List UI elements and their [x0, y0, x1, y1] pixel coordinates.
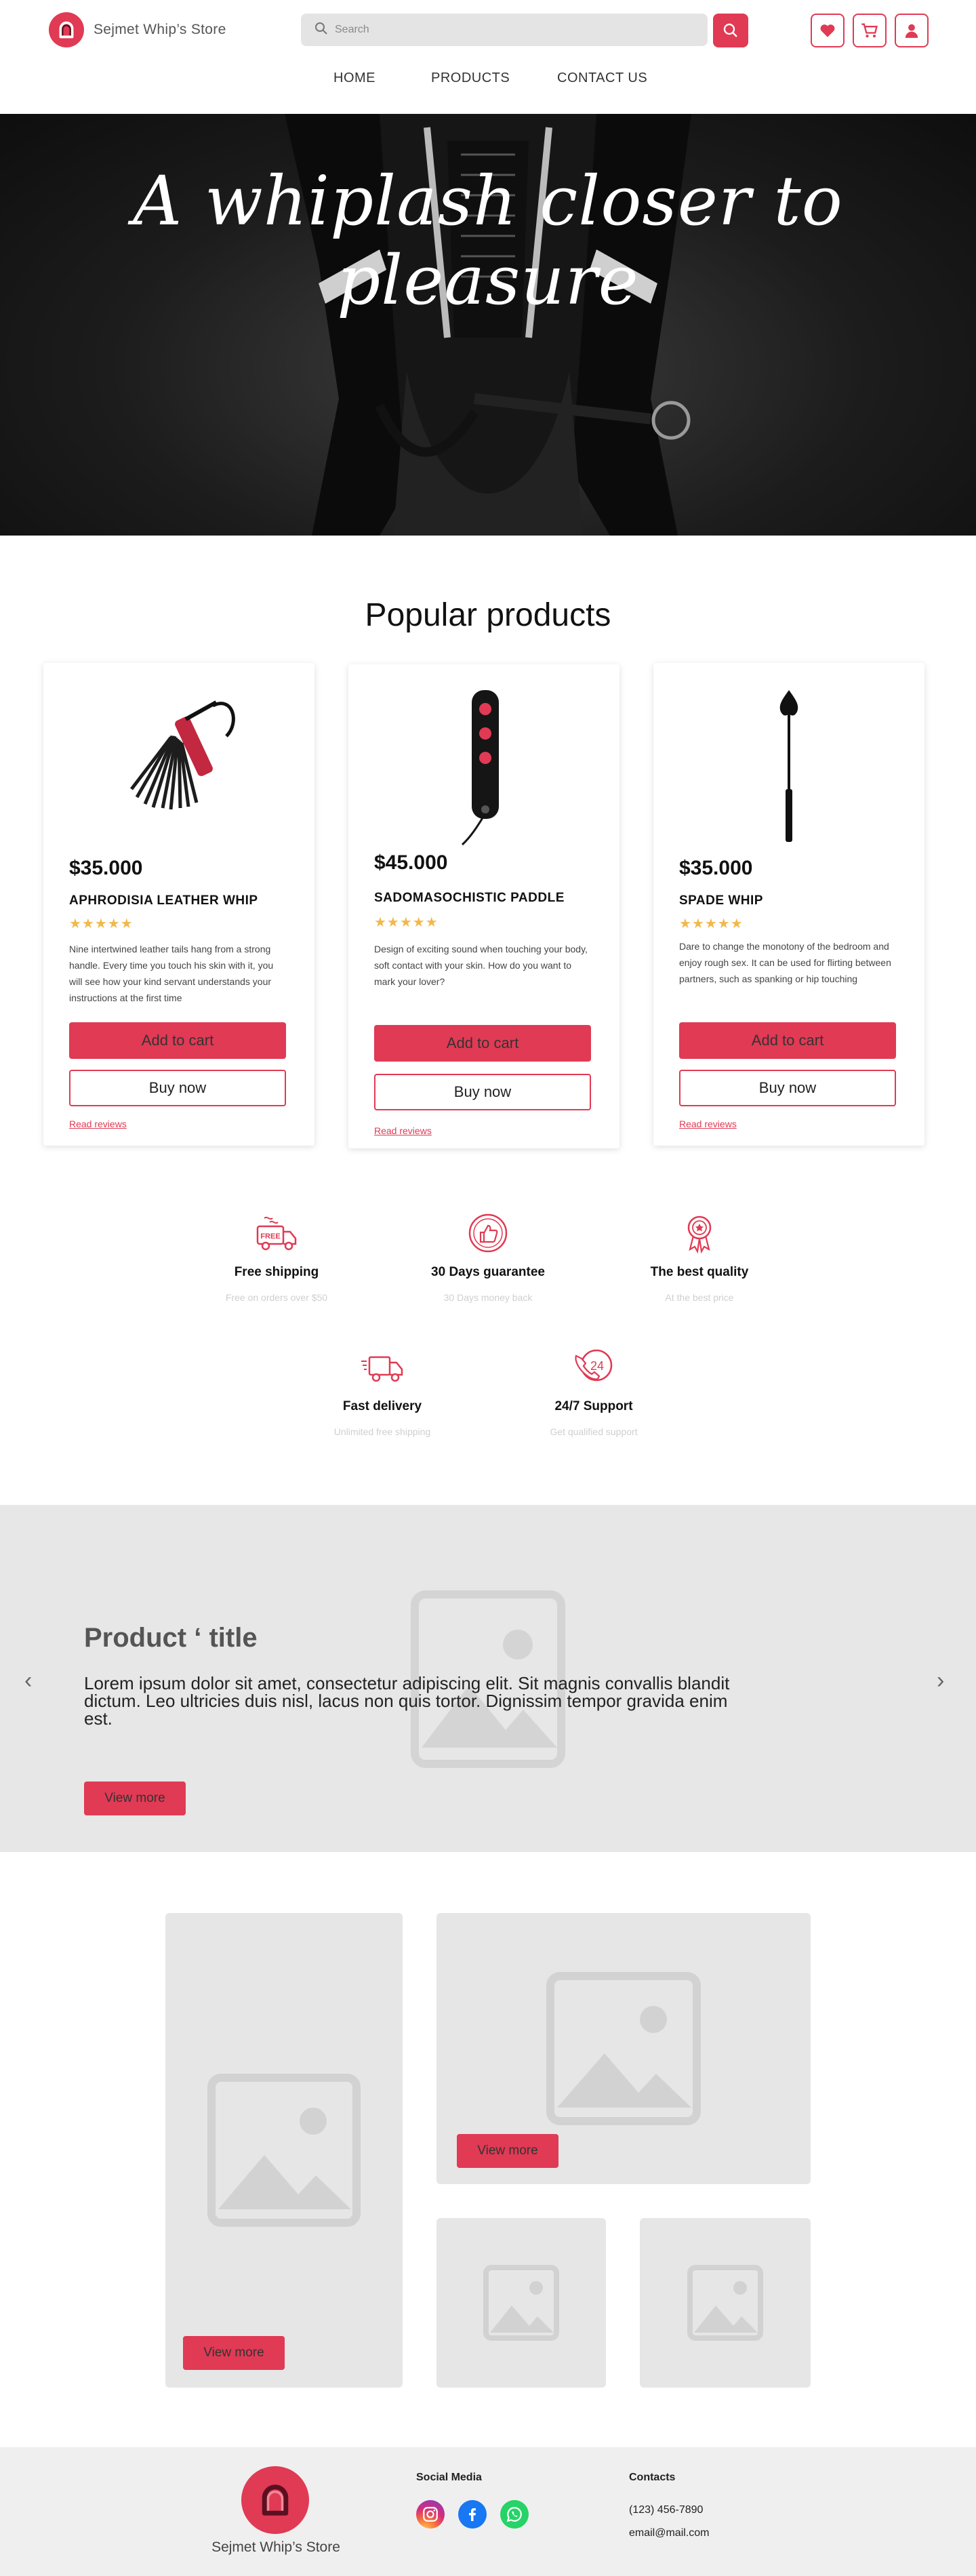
site-footer: Sejmet Whip’s Store Social Media Contact…	[0, 2447, 976, 2576]
product-description: Dare to change the monotony of the bedro…	[679, 941, 891, 984]
product-card: $35.000 SPADE WHIP ★★★★★ Dare to change …	[653, 663, 924, 1146]
product-name: SADOMASOCHISTIC PADDLE	[374, 891, 565, 905]
add-to-cart-button[interactable]: Add to cart	[69, 1022, 286, 1059]
feature-subtitle: Unlimited free shipping	[333, 1426, 431, 1437]
contact-email[interactable]: email@mail.com	[629, 2527, 709, 2539]
social-media-heading: Social Media	[416, 2472, 482, 2483]
read-reviews-link[interactable]: Read reviews	[69, 1119, 127, 1129]
user-icon	[905, 24, 918, 38]
free-badge-text: FREE	[260, 1232, 280, 1241]
quality-medal-icon	[598, 1212, 801, 1254]
gallery-tile-small	[436, 2218, 606, 2388]
product-card: $45.000 SADOMASOCHISTIC PADDLE ★★★★★ Des…	[348, 664, 619, 1148]
product-name: SPADE WHIP	[679, 893, 763, 908]
search-bar[interactable]	[301, 14, 708, 46]
logo-icon	[49, 12, 84, 47]
image-placeholder-icon	[483, 2265, 559, 2341]
gallery-tile-small	[640, 2218, 811, 2388]
gallery-tile-wide: View more	[436, 1913, 811, 2184]
product-image-spade-whip	[653, 687, 924, 843]
popular-products-title: Popular products	[365, 597, 611, 633]
product-price: $45.000	[374, 851, 448, 874]
delivery-truck-icon	[281, 1346, 484, 1388]
logo[interactable]: Sejmet Whip’s Store	[49, 12, 226, 47]
product-image-leather-whip	[43, 689, 314, 811]
image-placeholder-icon	[546, 1972, 701, 2125]
feature-quality: The best quality At the best price	[598, 1212, 801, 1303]
support-badge-text: 24	[590, 1359, 604, 1373]
add-to-cart-button[interactable]: Add to cart	[374, 1025, 591, 1062]
read-reviews-link[interactable]: Read reviews	[374, 1125, 432, 1136]
slide-title: Product ‘ title	[84, 1623, 258, 1653]
feature-support: 24 24/7 Support Get qualified support	[492, 1346, 695, 1437]
footer-logo-icon[interactable]	[241, 2466, 309, 2534]
slider-next-arrow[interactable]: ›	[937, 1668, 944, 1694]
account-button[interactable]	[895, 14, 929, 47]
view-more-button[interactable]: View more	[457, 2134, 558, 2168]
add-to-cart-button[interactable]: Add to cart	[679, 1022, 896, 1059]
nav-contact[interactable]: CONTACT US	[557, 71, 647, 86]
slide-text: Lorem ipsum dolor sit amet, consectetur …	[84, 1673, 730, 1729]
image-placeholder-icon	[687, 2265, 763, 2341]
thumbs-up-icon	[386, 1212, 590, 1254]
feature-title: Free shipping	[234, 1265, 319, 1279]
search-icon	[314, 22, 328, 39]
buy-now-button[interactable]: Buy now	[69, 1070, 286, 1106]
feature-fast-delivery: Fast delivery Unlimited free shipping	[281, 1346, 484, 1437]
feature-guarantee: 30 Days guarantee 30 Days money back	[386, 1212, 590, 1303]
footer-brand: Sejmet Whip’s Store	[211, 2539, 340, 2555]
brand-name: Sejmet Whip’s Store	[94, 22, 226, 37]
whatsapp-icon[interactable]	[500, 2500, 529, 2529]
gallery-tile-large: View more	[165, 1913, 403, 2388]
social-links	[416, 2500, 529, 2529]
feature-subtitle: Get qualified support	[550, 1426, 638, 1437]
free-shipping-truck-icon: FREE	[175, 1212, 378, 1254]
product-description: Nine intertwined leather tails hang from…	[69, 944, 274, 1003]
contact-phone[interactable]: (123) 456-7890	[629, 2504, 703, 2516]
view-more-button[interactable]: View more	[183, 2336, 285, 2370]
feature-title: 30 Days guarantee	[431, 1265, 545, 1279]
product-image-paddle	[348, 685, 619, 847]
wishlist-button[interactable]	[811, 14, 845, 47]
heart-icon	[820, 24, 835, 37]
product-name: APHRODISIA LEATHER WHIP	[69, 893, 258, 908]
feature-title: 24/7 Support	[554, 1399, 633, 1413]
product-price: $35.000	[679, 857, 753, 879]
product-description: Design of exciting sound when touching y…	[374, 944, 588, 987]
site-header: Sejmet Whip’s Store HOME PRODUCTS CONTAC…	[0, 0, 976, 114]
feature-title: The best quality	[650, 1265, 749, 1279]
rating-stars: ★★★★★	[679, 917, 744, 931]
hero-banner: A whiplash closer to pleasure	[0, 114, 976, 536]
feature-subtitle: 30 Days money back	[443, 1292, 533, 1303]
product-price: $35.000	[69, 857, 143, 879]
cart-icon	[861, 23, 878, 38]
feature-free-shipping: FREE Free shipping Free on orders over $…	[175, 1212, 378, 1303]
cart-button[interactable]	[853, 14, 887, 47]
nav-products[interactable]: PRODUCTS	[431, 71, 510, 86]
search-input[interactable]	[335, 24, 687, 36]
feature-subtitle: Free on orders over $50	[225, 1292, 328, 1303]
header-actions	[811, 14, 929, 47]
buy-now-button[interactable]: Buy now	[374, 1074, 591, 1110]
search-icon	[723, 23, 737, 37]
nav-home[interactable]: HOME	[333, 71, 375, 86]
product-card: $35.000 APHRODISIA LEATHER WHIP ★★★★★ Ni…	[43, 663, 314, 1146]
read-reviews-link[interactable]: Read reviews	[679, 1119, 737, 1129]
buy-now-button[interactable]: Buy now	[679, 1070, 896, 1106]
slider-prev-arrow[interactable]: ‹	[24, 1668, 32, 1694]
support-24-icon: 24	[492, 1346, 695, 1388]
instagram-icon[interactable]	[416, 2500, 445, 2529]
product-slider: ‹ › Product ‘ title Lorem ipsum dolor si…	[0, 1505, 976, 1852]
feature-title: Fast delivery	[342, 1399, 422, 1413]
image-placeholder-icon	[207, 2074, 361, 2227]
rating-stars: ★★★★★	[374, 915, 439, 930]
search-button[interactable]	[713, 14, 748, 47]
view-more-button[interactable]: View more	[84, 1782, 186, 1815]
feature-subtitle: At the best price	[665, 1292, 734, 1303]
facebook-icon[interactable]	[458, 2500, 487, 2529]
contacts-heading: Contacts	[629, 2472, 676, 2483]
rating-stars: ★★★★★	[69, 917, 134, 931]
hero-title: A whiplash closer to pleasure	[133, 161, 843, 320]
